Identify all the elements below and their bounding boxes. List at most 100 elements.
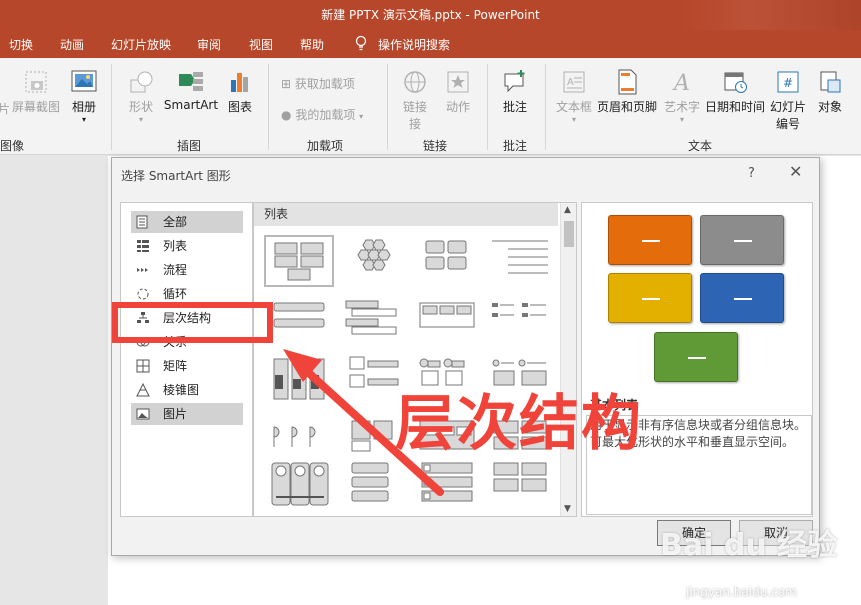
category-picture[interactable]: 图片: [131, 403, 243, 425]
layout-table-list[interactable]: [412, 297, 482, 349]
pictures-button-partial[interactable]: 片: [0, 100, 10, 117]
category-label: 列表: [163, 239, 188, 253]
category-pyramid[interactable]: 棱锥图: [131, 379, 243, 401]
group-divider: [111, 64, 112, 150]
layout-picture-accent-list[interactable]: [412, 459, 482, 511]
album-button[interactable]: 相册 ▾: [66, 68, 102, 124]
category-list-item[interactable]: 列表: [131, 235, 243, 257]
screenshot-icon: [25, 71, 47, 93]
layout-thumbnail: [351, 462, 389, 502]
layout-thumbnail: [273, 358, 325, 400]
tab-help[interactable]: 帮助: [300, 36, 324, 53]
help-button[interactable]: ?: [748, 166, 755, 181]
wordart-button[interactable]: A 艺术字 ▾: [662, 68, 702, 124]
tell-me-search[interactable]: 操作说明搜索: [378, 36, 450, 53]
tab-transitions[interactable]: 切换: [9, 36, 33, 53]
screenshot-button[interactable]: 屏幕截图: [12, 68, 60, 115]
category-label: 图片: [163, 407, 188, 421]
comments-group-label: 批注: [503, 139, 528, 153]
comment-label: 批注: [502, 100, 527, 114]
category-process[interactable]: 流程: [131, 259, 243, 281]
layout-thumbnail: [421, 462, 473, 502]
layout-basic-block-list[interactable]: [264, 235, 334, 287]
tab-review[interactable]: 审阅: [197, 36, 221, 53]
preview-shape-5: [654, 332, 738, 382]
object-icon: [820, 71, 841, 93]
my-addins-button[interactable]: ● 我的加载项 ▾: [281, 106, 363, 123]
tab-view[interactable]: 视图: [249, 36, 273, 53]
ribbon-tabs: 切换 动画 幻灯片放映 审阅 视图 帮助 操作说明搜索: [0, 30, 861, 58]
layout-hexagon-cluster[interactable]: [338, 235, 408, 287]
action-button[interactable]: 动作: [441, 68, 475, 115]
highlight-box: [112, 302, 273, 343]
tab-slideshow[interactable]: 幻灯片放映: [111, 36, 171, 53]
my-addins-label: 我的加载项: [295, 108, 356, 122]
shapes-label: 形状: [128, 100, 153, 114]
album-label: 相册: [71, 100, 96, 114]
bar-chart-icon: [231, 73, 248, 92]
layout-horizontal-bullets[interactable]: [486, 297, 556, 349]
layout-vertical-bullets[interactable]: [338, 297, 408, 349]
text-group-label: 文本: [688, 139, 713, 153]
layout-picture-strips[interactable]: [264, 353, 334, 405]
layout-gallery: 列表 ▲ ▼: [253, 202, 577, 517]
header-footer-button[interactable]: 页眉和页脚: [596, 68, 658, 115]
link-label-2: 接: [408, 117, 421, 131]
shapes-button[interactable]: 形状 ▾: [122, 68, 160, 124]
comment-icon: [504, 70, 525, 93]
get-addins-button[interactable]: ⊞ 获取加载项: [281, 75, 355, 92]
scroll-down-icon[interactable]: ▼: [564, 504, 571, 514]
action-label: 动作: [445, 100, 470, 114]
comment-button[interactable]: 批注: [498, 68, 532, 115]
smartart-button[interactable]: SmartArt: [163, 68, 219, 112]
header-footer-label: 页眉和页脚: [596, 100, 657, 114]
category-label: 流程: [163, 263, 188, 277]
layout-half-circle-list[interactable]: [264, 413, 334, 465]
slide-number-button[interactable]: # 幻灯片 编号: [768, 68, 808, 132]
all-icon: [136, 215, 148, 229]
close-button[interactable]: ✕: [789, 162, 802, 181]
object-button[interactable]: 对象: [812, 68, 848, 115]
category-list: 全部 列表 流程 循环 层次结构 关系 矩阵 棱锥图 图片: [120, 202, 253, 517]
category-label: 循环: [163, 287, 188, 301]
addins-group-label: 加载项: [307, 139, 344, 153]
calendar-clock-icon: [724, 72, 747, 93]
pyramid-icon: [136, 383, 150, 397]
layout-circle-arrow-pictures[interactable]: [264, 459, 334, 511]
layout-scrollbar[interactable]: ▲ ▼: [560, 203, 576, 516]
layout-grid-list[interactable]: [412, 235, 482, 287]
textbox-button[interactable]: A 文本框 ▾: [554, 68, 594, 124]
layout-lined-list[interactable]: [486, 235, 556, 287]
scroll-up-icon[interactable]: ▲: [564, 205, 571, 215]
matrix-icon: [136, 359, 150, 373]
category-all[interactable]: 全部: [131, 211, 243, 233]
link-button[interactable]: 链接 接: [398, 68, 432, 132]
layout-stacked-bars[interactable]: [264, 297, 334, 349]
layout-thumbnail: [419, 302, 475, 328]
chart-button[interactable]: 图表: [224, 68, 256, 115]
tab-animations[interactable]: 动画: [60, 36, 84, 53]
picture-icon: [136, 408, 150, 420]
category-matrix[interactable]: 矩阵: [131, 355, 243, 377]
preview-panel: 基本列表 用于显示非有序信息块或者分组信息块。可最大化形状的水平和垂直显示空间。: [581, 202, 813, 517]
scroll-thumb[interactable]: [564, 221, 574, 247]
store-icon: ⊞: [281, 77, 292, 91]
layout-thumbnail: [274, 242, 324, 281]
datetime-button[interactable]: 日期和时间: [704, 68, 766, 115]
window-title: 新建 PPTX 演示文稿.pptx - PowerPoint: [321, 8, 540, 22]
process-icon: [137, 268, 148, 272]
category-label: 棱锥图: [163, 383, 200, 397]
slide-number-label: 幻灯片: [769, 100, 806, 114]
group-divider: [268, 64, 269, 150]
layout-tile-list[interactable]: [486, 459, 556, 511]
svg-text:#: #: [783, 76, 793, 90]
group-divider: [487, 64, 488, 150]
smartart-label: SmartArt: [163, 98, 219, 112]
illustrations-group-label: 插图: [177, 139, 202, 153]
list-icon: [137, 240, 149, 252]
images-group-label: 图像: [0, 139, 25, 153]
watermark-logo: Bai du 经验: [660, 528, 838, 563]
layout-vertical-box-list[interactable]: [338, 459, 408, 511]
category-label: 矩阵: [163, 359, 188, 373]
textbox-icon: A: [563, 71, 585, 93]
